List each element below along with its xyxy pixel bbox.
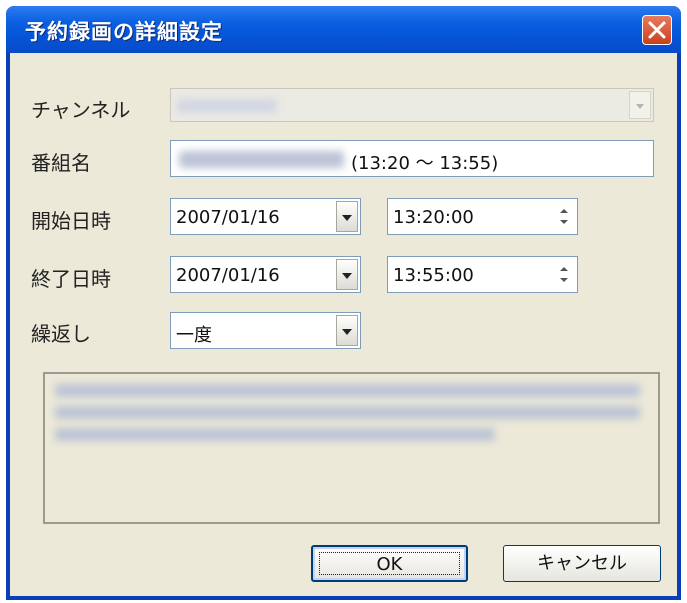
chevron-down-icon <box>342 329 352 335</box>
repeat-dropdown-button[interactable] <box>336 315 358 346</box>
end-label: 終了日時 <box>31 267 111 291</box>
ok-button[interactable]: OK <box>311 545 468 582</box>
chevron-down-icon <box>636 104 644 109</box>
close-button[interactable] <box>642 15 672 45</box>
start-date-value: 2007/01/16 <box>176 207 280 228</box>
repeat-select[interactable]: 一度 <box>170 312 361 349</box>
program-name-time: (13:20 ～ 13:55) <box>351 153 499 174</box>
repeat-value: 一度 <box>176 325 212 346</box>
spin-updown-icon <box>560 209 568 224</box>
channel-select <box>170 88 654 122</box>
channel-dropdown-button <box>629 91 651 119</box>
end-time-stepper[interactable]: 13:55:00 <box>387 256 578 293</box>
description-area[interactable] <box>43 372 660 524</box>
start-time-value: 13:20:00 <box>393 207 474 228</box>
start-time-stepper[interactable]: 13:20:00 <box>387 198 578 235</box>
end-date-value: 2007/01/16 <box>176 265 280 286</box>
spin-updown-icon <box>560 267 568 282</box>
start-date-select[interactable]: 2007/01/16 <box>170 198 361 235</box>
end-date-select[interactable]: 2007/01/16 <box>170 256 361 293</box>
description-line-3 <box>55 428 495 441</box>
start-time-spin[interactable] <box>553 201 575 232</box>
program-name-input[interactable]: (13:20 ～ 13:55) <box>170 140 654 177</box>
cancel-label: キャンセル <box>537 553 627 574</box>
description-line-1 <box>55 384 640 397</box>
channel-value-blurred <box>177 99 277 113</box>
channel-label: チャンネル <box>31 98 131 122</box>
dialog-body: チャンネル 番組名 (13:20 ～ 13:55) 開始日時 2007/01/1… <box>10 53 677 596</box>
chevron-down-icon <box>342 215 352 221</box>
end-time-spin[interactable] <box>553 259 575 290</box>
focus-rectangle <box>319 552 460 575</box>
program-name-blurred <box>179 151 344 168</box>
program-name-label: 番組名 <box>31 151 91 175</box>
close-icon <box>648 21 666 39</box>
dialog-window: 予約録画の詳細設定 チャンネル 番組名 (13:20 ～ 13:55) 開始日時… <box>6 6 681 600</box>
title-bar[interactable]: 予約録画の詳細設定 <box>6 6 681 53</box>
start-label: 開始日時 <box>31 209 111 233</box>
chevron-down-icon <box>342 273 352 279</box>
window-title: 予約録画の詳細設定 <box>25 20 223 44</box>
description-line-2 <box>55 406 640 419</box>
start-date-dropdown-button[interactable] <box>336 201 358 232</box>
cancel-button[interactable]: キャンセル <box>503 545 661 582</box>
end-date-dropdown-button[interactable] <box>336 259 358 290</box>
repeat-label: 繰返し <box>31 322 91 346</box>
end-time-value: 13:55:00 <box>393 265 474 286</box>
